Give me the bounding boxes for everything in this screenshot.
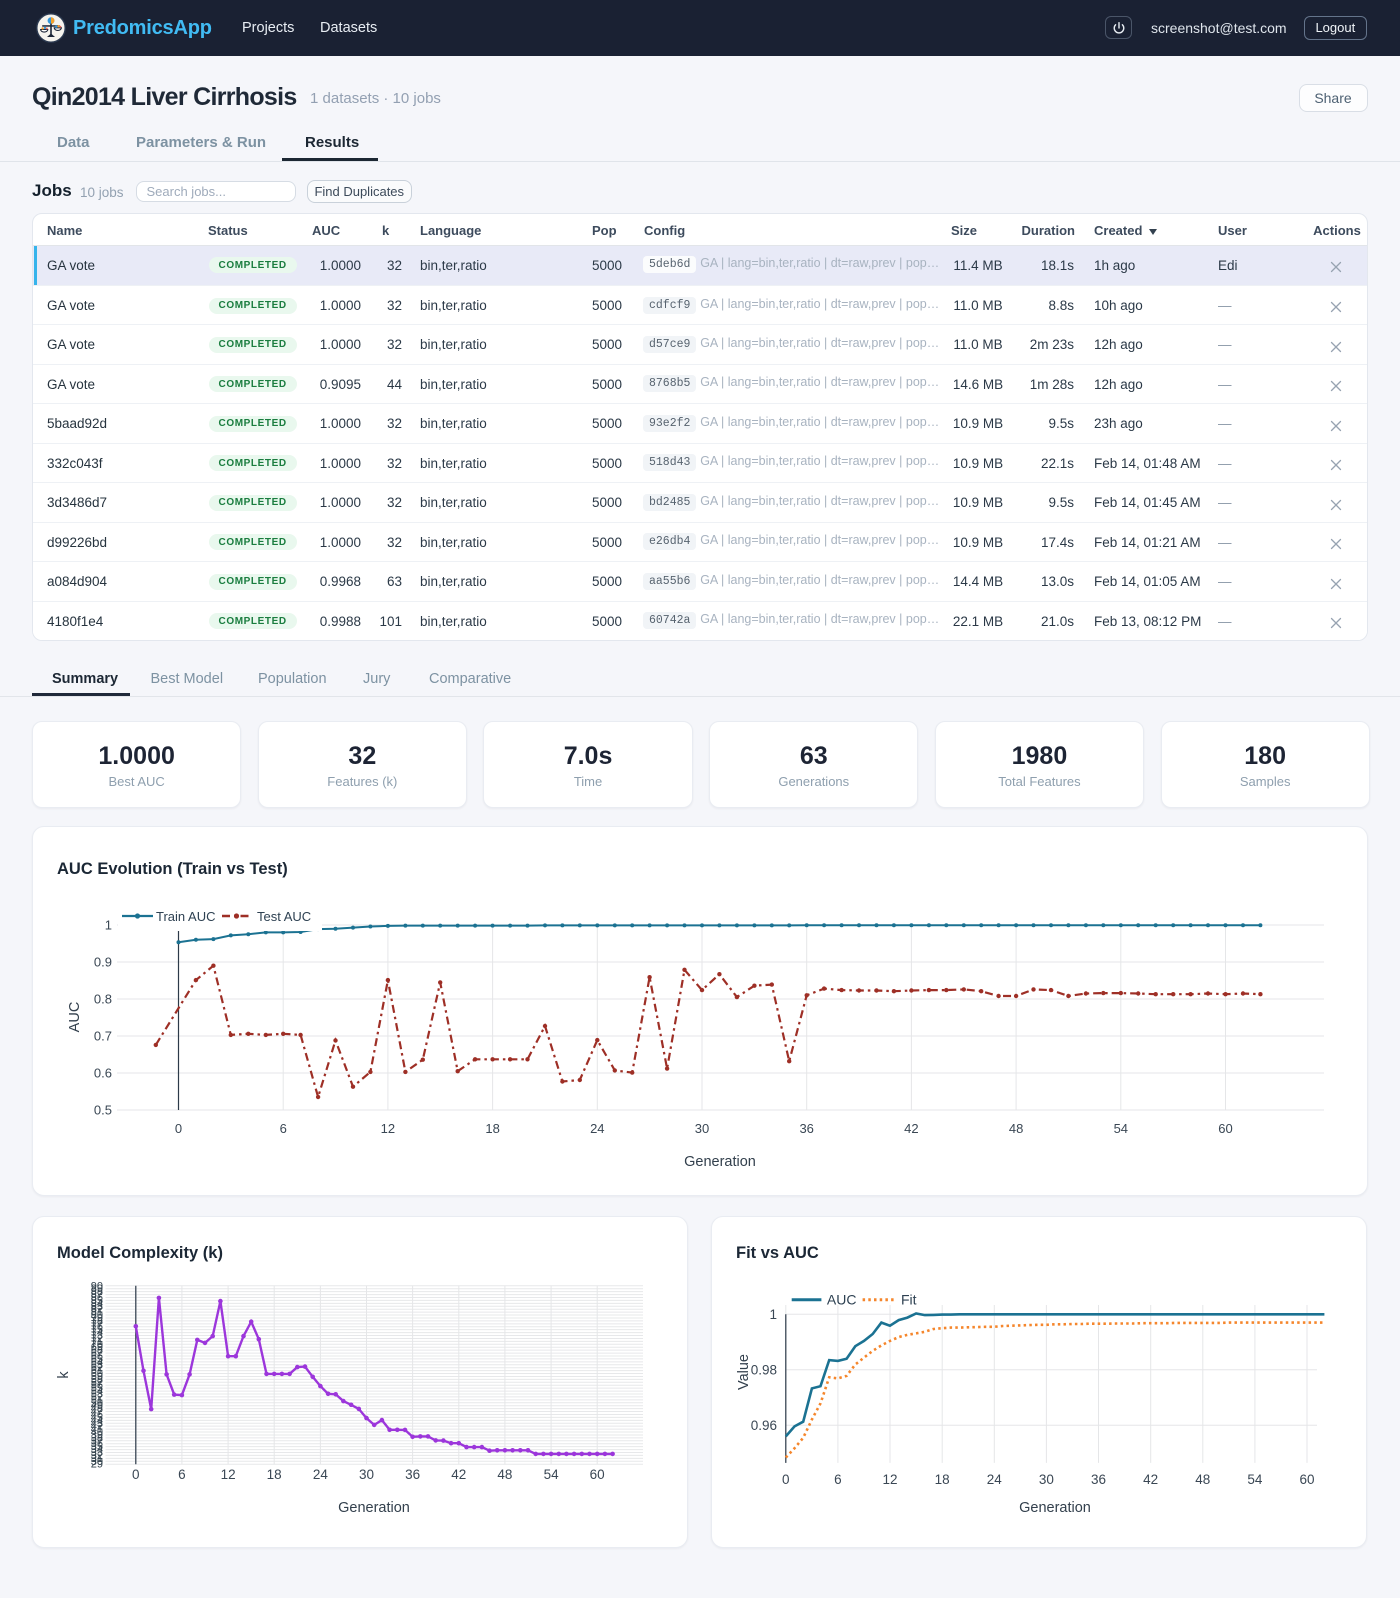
svg-text:48: 48 (1195, 1472, 1210, 1487)
svg-text:Generation: Generation (338, 1500, 410, 1516)
svg-text:30: 30 (359, 1467, 374, 1482)
svg-text:24: 24 (313, 1467, 329, 1482)
svg-text:Model Complexity (k): Model Complexity (k) (57, 1244, 223, 1262)
svg-text:Value: Value (736, 1354, 752, 1390)
svg-text:12: 12 (221, 1467, 236, 1482)
svg-text:6: 6 (280, 1121, 287, 1136)
svg-text:36: 36 (1091, 1472, 1106, 1487)
svg-text:6: 6 (834, 1472, 842, 1487)
svg-text:42: 42 (451, 1467, 466, 1482)
svg-text:60: 60 (590, 1467, 605, 1482)
svg-text:0.9: 0.9 (94, 955, 112, 970)
svg-text:Test AUC: Test AUC (257, 909, 311, 924)
svg-text:54: 54 (544, 1467, 560, 1482)
svg-text:18: 18 (267, 1467, 282, 1482)
svg-text:AUC: AUC (827, 1292, 857, 1308)
svg-text:1: 1 (105, 918, 112, 933)
svg-text:0.96: 0.96 (751, 1418, 777, 1433)
svg-text:k: k (56, 1371, 72, 1379)
svg-text:30: 30 (695, 1121, 709, 1136)
svg-text:6: 6 (178, 1467, 186, 1482)
svg-text:42: 42 (904, 1121, 918, 1136)
svg-text:18: 18 (935, 1472, 950, 1487)
svg-text:0.6: 0.6 (94, 1066, 112, 1081)
svg-text:48: 48 (497, 1467, 512, 1482)
svg-text:AUC: AUC (67, 1002, 83, 1033)
svg-text:24: 24 (590, 1121, 604, 1136)
svg-text:42: 42 (1143, 1472, 1158, 1487)
svg-text:48: 48 (1009, 1121, 1023, 1136)
svg-text:0: 0 (175, 1121, 182, 1136)
svg-text:Fit vs AUC: Fit vs AUC (736, 1244, 819, 1262)
svg-text:60: 60 (1299, 1472, 1314, 1487)
svg-text:90: 90 (91, 1280, 103, 1292)
svg-text:0.7: 0.7 (94, 1029, 112, 1044)
svg-text:AUC Evolution (Train vs Test): AUC Evolution (Train vs Test) (57, 860, 288, 878)
svg-text:18: 18 (485, 1121, 499, 1136)
svg-text:Generation: Generation (684, 1154, 756, 1170)
svg-text:0: 0 (782, 1472, 790, 1487)
svg-text:0: 0 (132, 1467, 140, 1482)
svg-text:60: 60 (1218, 1121, 1232, 1136)
svg-text:0.5: 0.5 (94, 1103, 112, 1118)
svg-text:36: 36 (799, 1121, 813, 1136)
svg-text:54: 54 (1114, 1121, 1128, 1136)
svg-text:0.98: 0.98 (751, 1362, 777, 1377)
svg-text:54: 54 (1247, 1472, 1263, 1487)
svg-text:Generation: Generation (1019, 1500, 1091, 1516)
svg-text:Train AUC: Train AUC (156, 909, 215, 924)
svg-text:24: 24 (987, 1472, 1003, 1487)
svg-text:30: 30 (1039, 1472, 1054, 1487)
svg-text:12: 12 (882, 1472, 897, 1487)
svg-text:0.8: 0.8 (94, 992, 112, 1007)
svg-text:Fit: Fit (901, 1292, 917, 1308)
svg-text:36: 36 (405, 1467, 420, 1482)
svg-text:12: 12 (381, 1121, 395, 1136)
svg-text:1: 1 (769, 1307, 777, 1322)
